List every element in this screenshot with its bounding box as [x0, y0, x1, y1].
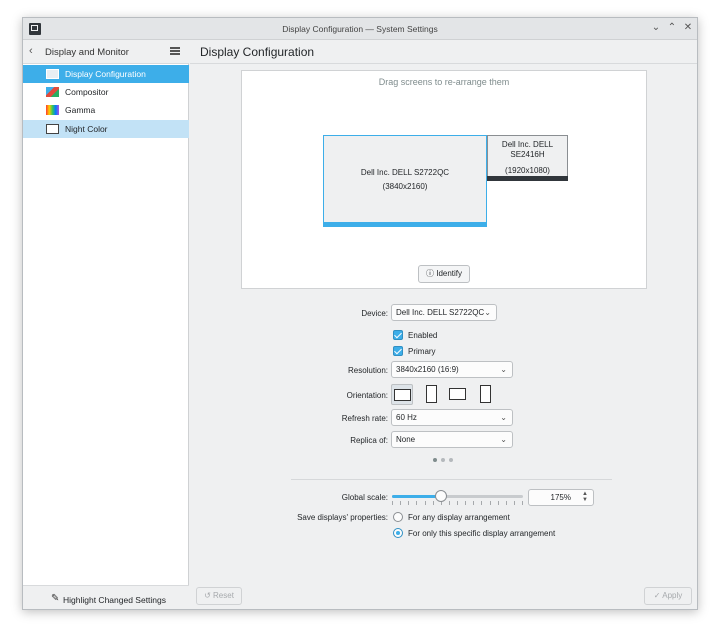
chevron-down-icon: ⌄: [500, 435, 507, 444]
compositor-icon: [46, 87, 59, 97]
orientation-portrait-right-button[interactable]: [475, 384, 497, 405]
pencil-icon: ✎: [51, 593, 60, 604]
window-title: Display Configuration — System Settings: [282, 24, 438, 34]
sidebar-item-label: Night Color: [65, 124, 108, 134]
reset-icon: ↺: [204, 591, 211, 600]
reset-button[interactable]: ↺ Reset: [196, 587, 242, 605]
portrait-left-icon: [426, 385, 437, 403]
slider-ticks: [392, 501, 523, 505]
replica-of-value: None: [396, 435, 416, 444]
enabled-label: Enabled: [408, 331, 438, 340]
sidebar-item-night-color[interactable]: Night Color: [23, 120, 189, 138]
chevron-down-icon: ⌄: [500, 413, 507, 422]
sidebar-title: Display and Monitor: [45, 47, 129, 58]
spin-arrows-icon[interactable]: ▲ ▼: [582, 491, 588, 503]
resolution-select[interactable]: 3840x2160 (16:9) ⌄: [391, 361, 513, 378]
sidebar-item-gamma[interactable]: Gamma: [23, 101, 189, 119]
sidebar-header: ‹ Display and Monitor: [23, 40, 189, 64]
gamma-icon: [46, 105, 59, 115]
global-scale-label: Global scale:: [341, 493, 388, 502]
landscape-flipped-icon: [449, 388, 466, 400]
primary-label: Primary: [408, 347, 436, 356]
reset-label: Reset: [213, 591, 234, 600]
device-label: Device:: [361, 309, 388, 318]
chevron-down-icon: ⌄: [500, 365, 507, 374]
global-scale-slider[interactable]: [392, 495, 523, 498]
screen-dell-se2416h[interactable]: Dell Inc. DELL SE2416H (1920x1080): [487, 135, 568, 181]
back-icon[interactable]: ‹: [29, 45, 33, 57]
apply-button[interactable]: ✓ Apply: [644, 587, 692, 605]
title-bar: Display Configuration — System Settings …: [23, 18, 697, 40]
main-header: Display Configuration: [190, 40, 697, 64]
orientation-flipped-button[interactable]: [447, 384, 469, 405]
save-specific-arrangement-label: For only this specific display arrangeme…: [408, 529, 556, 538]
separator: [291, 479, 612, 480]
identify-label: Identify: [436, 269, 463, 278]
device-value: Dell Inc. DELL S2722QC: [396, 308, 485, 317]
replica-of-label: Replica of:: [350, 436, 388, 445]
sidebar-item-label: Compositor: [65, 87, 109, 97]
resolution-value: 3840x2160 (16:9): [396, 365, 459, 374]
save-any-arrangement-label: For any display arrangement: [408, 513, 510, 522]
checkmark-icon: ✓: [653, 591, 661, 600]
sidebar-item-label: Display Configuration: [65, 69, 146, 79]
identify-button[interactable]: ⓘ Identify: [418, 265, 470, 283]
screen-resolution: (3840x2160): [382, 182, 428, 191]
chevron-down-icon[interactable]: ⌄: [650, 22, 662, 34]
global-scale-value: 175%: [550, 493, 571, 502]
screen-resolution: (1920x1080): [505, 166, 550, 175]
chevron-up-icon[interactable]: ⌃: [666, 22, 678, 34]
apply-label: Apply: [662, 591, 683, 600]
sidebar-item-display-configuration[interactable]: Display Configuration: [23, 65, 189, 83]
page-indicator-dot[interactable]: [433, 458, 437, 462]
page-indicator-dot[interactable]: [449, 458, 453, 462]
refresh-rate-select[interactable]: 60 Hz ⌄: [391, 409, 513, 426]
refresh-rate-value: 60 Hz: [396, 413, 417, 422]
landscape-icon: [394, 389, 411, 401]
screen-name: Dell Inc. DELL S2722QC: [360, 168, 450, 177]
monitor-icon: [46, 69, 59, 79]
screen-arrangement-canvas[interactable]: Drag screens to re-arrange them Dell Inc…: [241, 70, 647, 289]
save-specific-arrangement-radio[interactable]: [393, 528, 403, 538]
enabled-checkbox[interactable]: [393, 330, 403, 340]
screen-indicator: [487, 176, 568, 181]
refresh-rate-label: Refresh rate:: [341, 414, 388, 423]
screen-dell-s2722qc[interactable]: Dell Inc. DELL S2722QC (3840x2160): [323, 135, 487, 227]
device-select[interactable]: Dell Inc. DELL S2722QC ⌄: [391, 304, 497, 321]
canvas-hint: Drag screens to re-arrange them: [378, 77, 510, 87]
primary-checkbox[interactable]: [393, 346, 403, 356]
save-properties-label: Save displays' properties:: [297, 513, 388, 522]
orientation-portrait-left-button[interactable]: [421, 384, 443, 405]
slider-fill: [392, 495, 442, 498]
primary-indicator: [323, 222, 487, 227]
sidebar-item-label: Gamma: [65, 105, 96, 115]
close-icon[interactable]: ✕: [682, 22, 694, 34]
settings-window: Display Configuration — System Settings …: [22, 17, 698, 610]
orientation-landscape-button[interactable]: [391, 384, 413, 405]
highlight-changed-label: Highlight Changed Settings: [63, 595, 167, 605]
global-scale-spinbox[interactable]: 175% ▲ ▼: [528, 489, 594, 506]
page-indicator-dot[interactable]: [441, 458, 445, 462]
replica-of-select[interactable]: None ⌄: [391, 431, 513, 448]
chevron-down-icon: ⌄: [484, 308, 491, 317]
highlight-changed-settings-button[interactable]: ✎ Highlight Changed Settings: [23, 585, 189, 609]
screen-name: Dell Inc. DELL SE2416H: [501, 140, 554, 159]
orientation-label: Orientation:: [346, 391, 388, 400]
monitor-icon: [46, 124, 59, 134]
portrait-right-icon: [480, 385, 491, 403]
hamburger-menu-icon[interactable]: [170, 47, 180, 55]
page-title: Display Configuration: [200, 45, 315, 59]
info-icon: ⓘ: [425, 269, 434, 278]
sidebar: ‹ Display and Monitor Display Configurat…: [23, 40, 189, 609]
sidebar-item-compositor[interactable]: Compositor: [23, 83, 189, 101]
resolution-label: Resolution:: [347, 366, 388, 375]
save-any-arrangement-radio[interactable]: [393, 512, 403, 522]
